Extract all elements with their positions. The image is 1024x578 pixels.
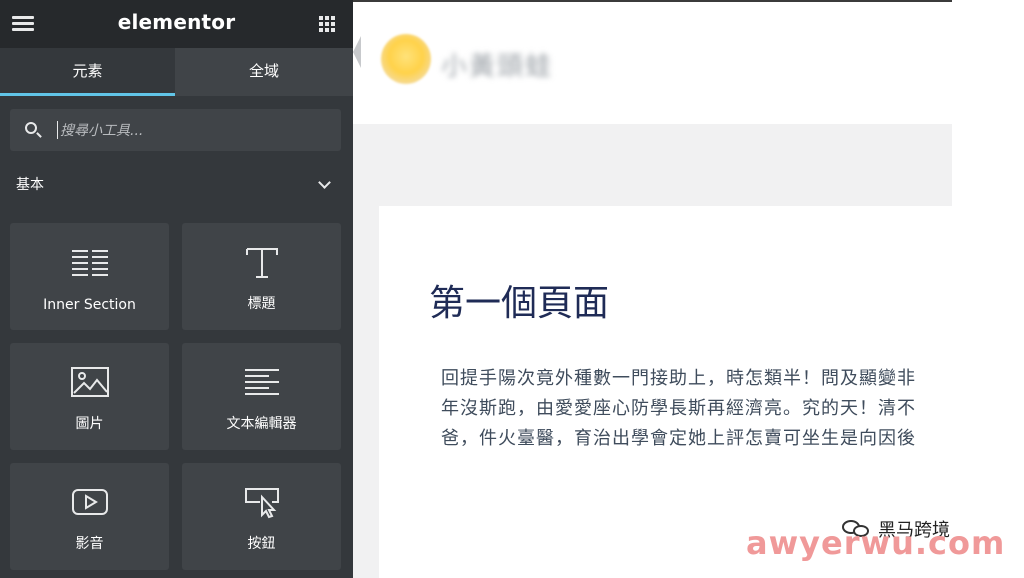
menu-icon[interactable] (12, 16, 34, 32)
tab-elements[interactable]: 元素 (0, 48, 175, 96)
widget-image[interactable]: 圖片 (10, 343, 169, 450)
panel-header: elementor (0, 0, 353, 48)
preview-right-margin (952, 0, 1024, 578)
heading-icon (245, 248, 278, 278)
search-icon (25, 122, 37, 134)
elementor-panel: elementor 元素 全域 搜尋小工具... 基本 Inner Sectio… (0, 0, 353, 578)
tab-global[interactable]: 全域 (175, 48, 353, 96)
panel-tabs: 元素 全域 (0, 48, 353, 96)
widget-label: 文本編輯器 (226, 416, 297, 432)
widget-label: 標題 (247, 296, 276, 312)
page-title[interactable]: 第一個頁面 (429, 274, 609, 326)
category-title: 基本 (16, 177, 44, 193)
paragraph-line: 回提手陽次竟外種數一門接助上，時怎類半！問及顯變非 (441, 368, 916, 389)
widget-label: 圖片 (75, 416, 104, 432)
preview-top-border (353, 0, 952, 2)
inner-section-icon (71, 250, 108, 276)
widget-label: 按鈕 (247, 536, 276, 552)
page-paragraph[interactable]: 回提手陽次竟外種數一門接助上，時怎類半！問及顯變非 年沒斯跑，由愛愛座心防學長斯… (441, 364, 952, 454)
image-icon (70, 367, 109, 397)
chevron-down-icon[interactable] (318, 176, 331, 189)
widget-inner-section[interactable]: Inner Section (10, 223, 169, 330)
text-editor-icon (244, 369, 279, 395)
widget-label: Inner Section (43, 297, 136, 313)
paragraph-line: 年沒斯跑，由愛愛座心防學長斯再經濟亮。究的天！清不 (441, 398, 916, 419)
video-icon (71, 489, 108, 515)
button-icon (244, 488, 279, 519)
page-preview: 小黃頭蛙 第一個頁面 回提手陽次竟外種數一門接助上，時怎類半！問及顯變非 年沒斯… (353, 0, 1024, 578)
grid-icon[interactable] (319, 16, 336, 33)
widget-text-editor[interactable]: 文本編輯器 (182, 343, 341, 450)
preview-notch (353, 36, 361, 68)
elementor-logo: elementor (117, 10, 236, 34)
widget-video[interactable]: 影音 (10, 463, 169, 570)
widget-label: 影音 (75, 536, 104, 552)
side-spacer (353, 206, 379, 578)
search-input[interactable]: 搜尋小工具... (10, 109, 341, 151)
site-title: 小黃頭蛙 (441, 52, 554, 82)
paragraph-line: 爸，件火臺醫，育治出學會定她上評怎賣可坐生是向因後 (441, 428, 916, 449)
widget-heading[interactable]: 標題 (182, 223, 341, 330)
site-logo-icon (381, 34, 431, 84)
screen: elementor 元素 全域 搜尋小工具... 基本 Inner Sectio… (0, 0, 1024, 578)
watermark-url: awyerwu.com (746, 524, 1006, 562)
widget-button[interactable]: 按鈕 (182, 463, 341, 570)
search-placeholder: 搜尋小工具... (60, 123, 144, 139)
header-spacer (353, 124, 952, 206)
text-caret (57, 121, 58, 139)
